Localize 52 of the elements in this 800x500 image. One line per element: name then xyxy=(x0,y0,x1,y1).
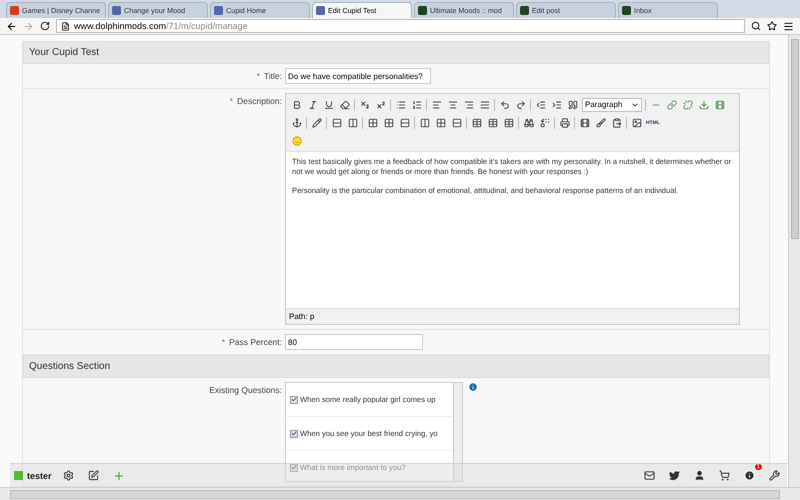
field-label: Existing Questions: xyxy=(208,384,283,395)
username[interactable]: tester xyxy=(27,470,52,480)
find-icon[interactable] xyxy=(522,116,535,129)
toolbar-icon[interactable] xyxy=(681,98,694,111)
table-icon[interactable] xyxy=(502,116,515,129)
scrollbar[interactable] xyxy=(788,35,800,487)
editor-path: Path: p xyxy=(288,311,316,323)
menu-icon[interactable] xyxy=(783,20,794,32)
section-header: Questions Section xyxy=(22,355,770,378)
format-icon[interactable] xyxy=(418,116,431,129)
anchor-icon[interactable] xyxy=(290,116,303,129)
bookmark-star-icon[interactable] xyxy=(767,21,777,31)
checkbox[interactable] xyxy=(290,430,298,438)
back-icon[interactable] xyxy=(6,20,17,32)
page-icon xyxy=(61,22,70,30)
image-icon[interactable] xyxy=(630,116,643,129)
address-bar[interactable]: www.dolphinmods.com/71/m/cupid/manage xyxy=(56,19,745,33)
editor-content[interactable] xyxy=(286,151,739,309)
section-header: Your Cupid Test xyxy=(22,41,770,64)
checkbox[interactable] xyxy=(290,396,298,404)
toolbar-icon[interactable] xyxy=(713,98,726,111)
pass-percent-input[interactable]: 80 xyxy=(285,334,423,350)
media-icon[interactable] xyxy=(578,116,591,129)
format-icon[interactable] xyxy=(398,116,411,129)
format-icon[interactable] xyxy=(450,116,463,129)
title-input[interactable]: Do we have compatible personalities? xyxy=(285,68,431,84)
print-icon[interactable] xyxy=(558,116,571,129)
edit-icon[interactable] xyxy=(310,116,323,129)
format-icon[interactable] xyxy=(346,116,359,129)
reload-icon[interactable] xyxy=(40,21,50,31)
url-text: www.dolphinmods.com/71/m/cupid/manage xyxy=(74,21,248,31)
toolbar-icon[interactable] xyxy=(665,98,678,111)
zoom-icon[interactable] xyxy=(751,21,761,31)
eraser-icon[interactable] xyxy=(338,98,351,111)
format-icon[interactable] xyxy=(382,116,395,129)
format-icon[interactable] xyxy=(366,116,379,129)
format-icon[interactable] xyxy=(566,98,579,111)
status-square-icon xyxy=(14,471,23,480)
scrollbar[interactable] xyxy=(453,383,462,481)
format-icon[interactable] xyxy=(434,116,447,129)
field-label: * Title: xyxy=(256,70,283,81)
toolbar-icon[interactable] xyxy=(697,98,710,111)
field-label: * Pass Percent: xyxy=(220,336,283,347)
format-icon[interactable] xyxy=(470,116,483,129)
checkbox[interactable] xyxy=(290,464,298,472)
field-label: * Description: xyxy=(228,95,283,106)
replace-icon[interactable] xyxy=(538,116,551,129)
scrollbar[interactable] xyxy=(0,487,800,500)
spell-icon[interactable] xyxy=(594,116,607,129)
block-format-dropdown[interactable]: Paragraph xyxy=(582,98,642,112)
undo-icon[interactable] xyxy=(498,98,511,111)
format-icon[interactable] xyxy=(330,116,343,129)
